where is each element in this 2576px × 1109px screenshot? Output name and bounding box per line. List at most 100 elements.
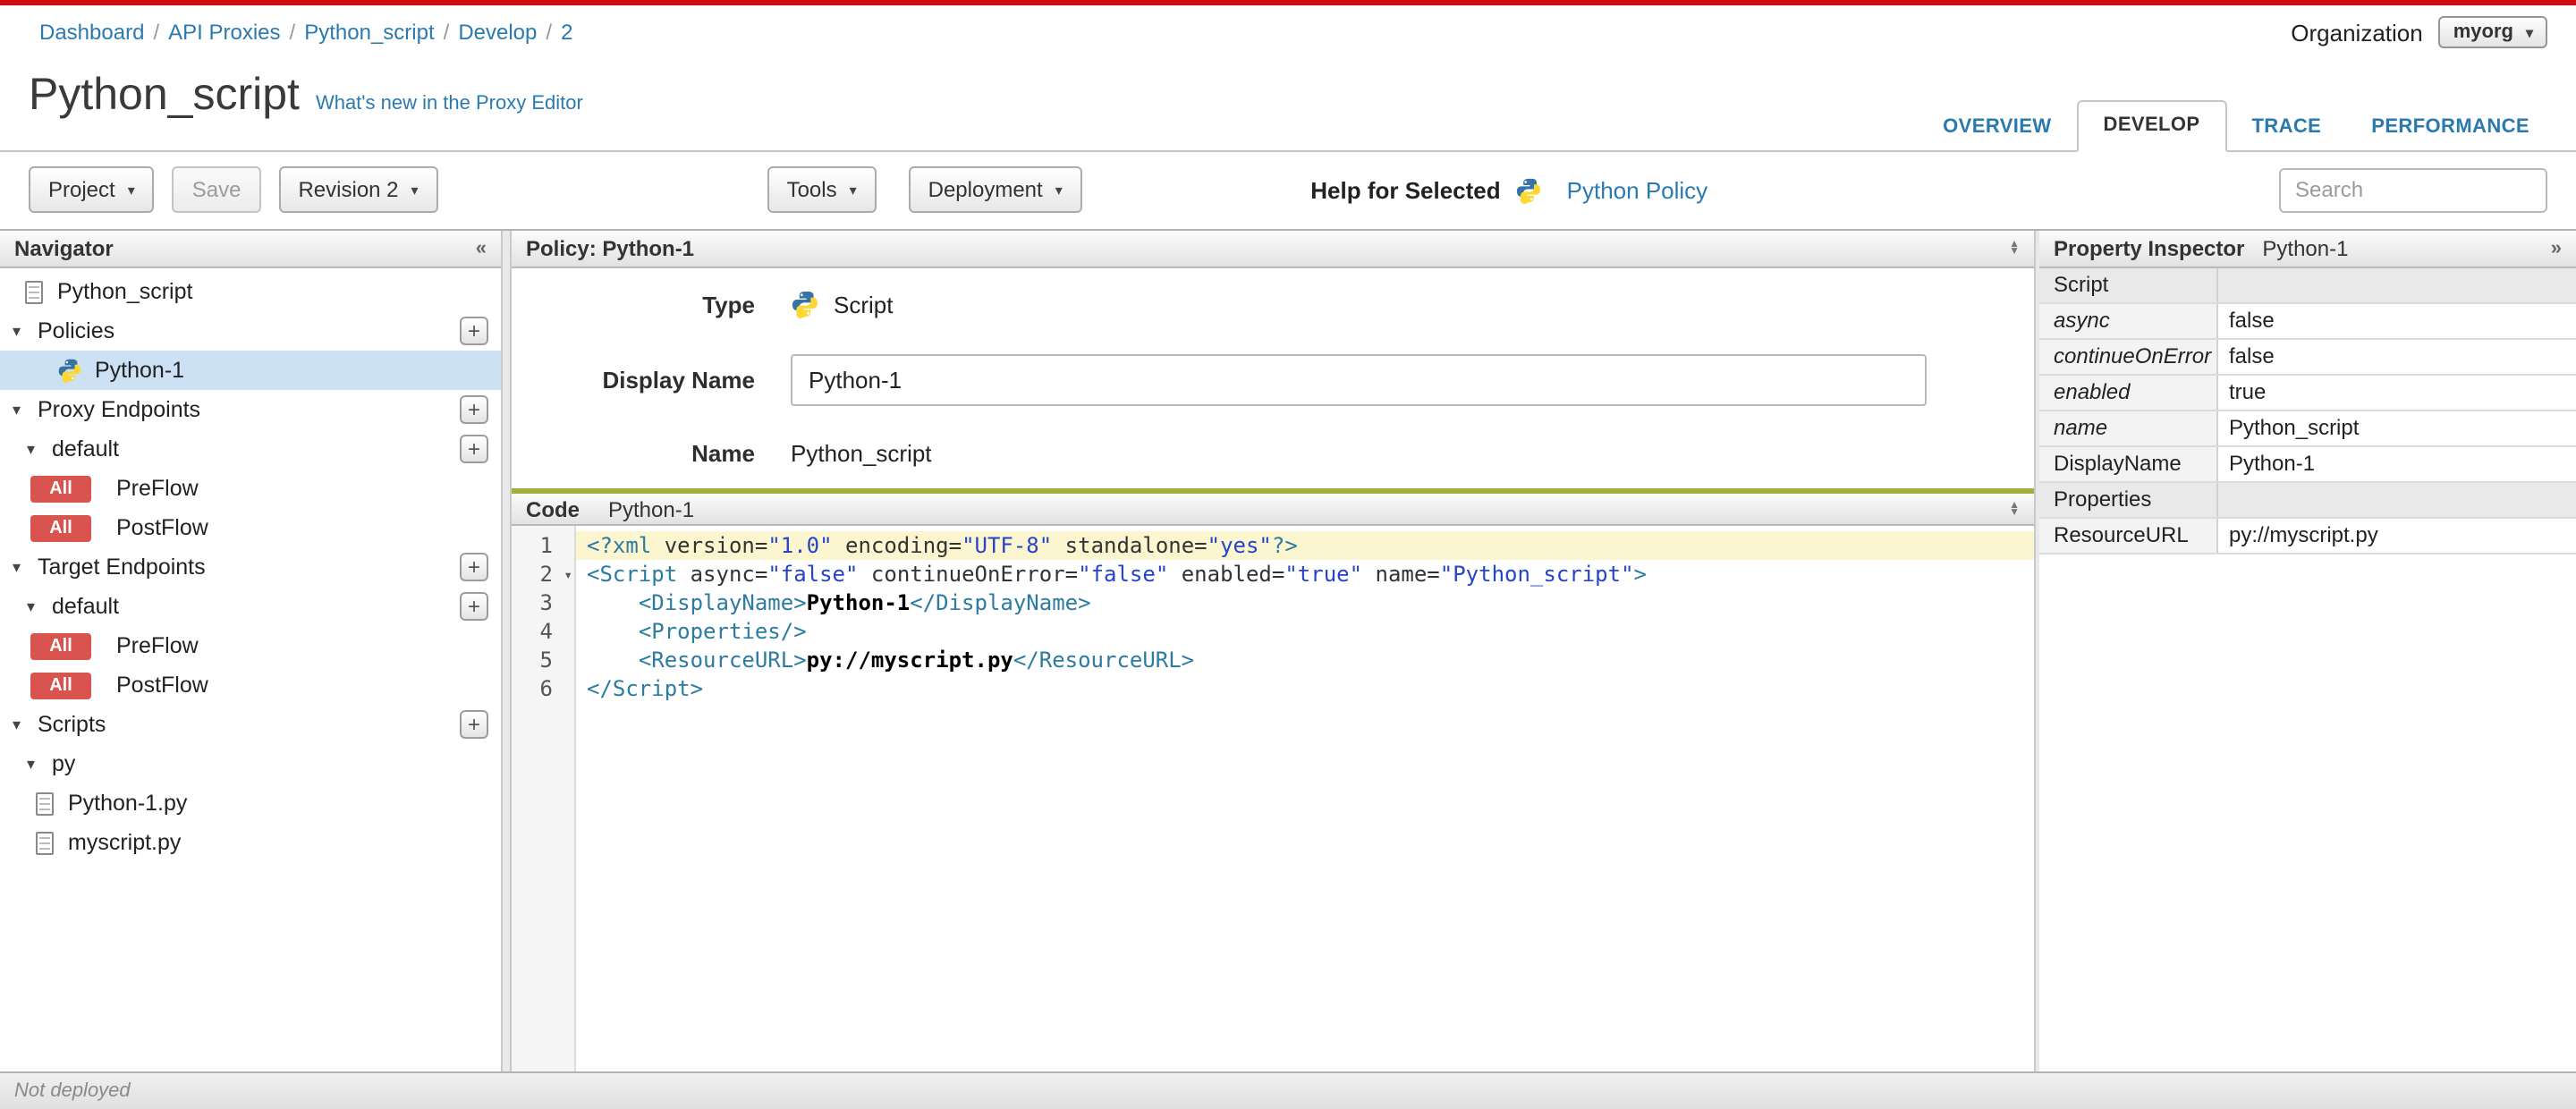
nav-item-target-postflow[interactable]: All PostFlow <box>0 665 501 705</box>
line-number: 4 <box>539 619 553 644</box>
nav-item-script-python-1-py[interactable]: Python-1.py <box>0 783 501 823</box>
tab-develop[interactable]: DEVELOP <box>2076 100 2227 152</box>
main-area: Navigator « Python_script ▾ Policies + P… <box>0 229 2576 1071</box>
code-line[interactable]: <?xml version="1.0" encoding="UTF-8" sta… <box>576 531 2034 560</box>
nav-item-target-default[interactable]: ▾ default + <box>0 587 501 626</box>
property-value <box>2218 483 2576 517</box>
python-icon <box>1515 177 1540 204</box>
property-name: Properties <box>2039 483 2218 517</box>
nav-group-target-endpoints[interactable]: ▾ Target Endpoints + <box>0 547 501 587</box>
disclosure-triangle-icon[interactable]: ▾ <box>27 597 52 616</box>
nav-group-label: Scripts <box>38 712 106 737</box>
page-title: Python_script <box>29 70 300 120</box>
code-lines[interactable]: <?xml version="1.0" encoding="UTF-8" sta… <box>576 526 2034 1071</box>
display-name-input[interactable] <box>791 354 1927 406</box>
expand-panel-icon[interactable]: » <box>2551 238 2562 259</box>
breadcrumb-proxy-name[interactable]: Python_script <box>304 20 434 45</box>
breadcrumb-revision[interactable]: 2 <box>561 20 572 45</box>
breadcrumb-separator: / <box>443 20 450 45</box>
nav-item-proxy-postflow[interactable]: All PostFlow <box>0 508 501 547</box>
disclosure-triangle-icon[interactable]: ▾ <box>13 715 38 734</box>
nav-item-policy-python-1[interactable]: Python-1 <box>0 351 501 390</box>
editor-panel: Policy: Python-1 ▲ ▼ Type Script Display … <box>512 231 2034 1071</box>
nav-group-scripts[interactable]: ▾ Scripts + <box>0 705 501 744</box>
whats-new-link[interactable]: What's new in the Proxy Editor <box>316 93 583 114</box>
tools-menu-button[interactable]: Tools ▾ <box>767 166 877 213</box>
expand-collapse-icon[interactable]: ▲ ▼ <box>2009 500 2020 518</box>
nav-group-py[interactable]: ▾ py <box>0 744 501 783</box>
revision-menu-label: Revision 2 <box>298 177 399 202</box>
tab-performance[interactable]: PERFORMANCE <box>2346 104 2555 152</box>
disclosure-triangle-icon[interactable]: ▾ <box>13 400 38 419</box>
property-inspector-panel: Property Inspector Python-1 » Script asyn… <box>2039 231 2576 1071</box>
add-target-endpoint-button[interactable]: + <box>460 553 488 581</box>
code-line[interactable]: </Script> <box>576 674 2034 703</box>
nav-item-proxy-preflow[interactable]: All PreFlow <box>0 469 501 508</box>
tab-trace[interactable]: TRACE <box>2226 104 2346 152</box>
property-name: Script <box>2039 268 2218 302</box>
revision-menu-button[interactable]: Revision 2 ▾ <box>278 166 438 213</box>
nav-item-label: default <box>52 436 120 461</box>
type-label: Type <box>702 291 755 317</box>
fold-marker-icon[interactable]: ▾ <box>564 562 572 590</box>
organization-select[interactable]: myorg ▾ <box>2438 16 2547 48</box>
code-line[interactable]: <DisplayName>Python-1</DisplayName> <box>576 588 2034 617</box>
code-line[interactable]: <Script async="false" continueOnError="f… <box>576 560 2034 588</box>
deployment-menu-button[interactable]: Deployment ▾ <box>908 166 1082 213</box>
breadcrumb-develop[interactable]: Develop <box>458 20 537 45</box>
disclosure-triangle-icon[interactable]: ▾ <box>27 439 52 459</box>
nav-group-policies[interactable]: ▾ Policies + <box>0 311 501 351</box>
nav-item-target-preflow[interactable]: All PreFlow <box>0 626 501 665</box>
project-menu-button[interactable]: Project ▾ <box>29 166 155 213</box>
add-proxy-endpoint-button[interactable]: + <box>460 395 488 424</box>
nav-group-label: Policies <box>38 318 115 343</box>
tab-overview[interactable]: OVERVIEW <box>1918 104 2076 152</box>
title-bar: Python_script What's new in the Proxy Ed… <box>0 59 2576 152</box>
breadcrumb-separator: / <box>153 20 160 45</box>
add-script-button[interactable]: + <box>460 710 488 739</box>
property-row[interactable]: name Python_script <box>2039 411 2576 447</box>
nav-item-proxy-default[interactable]: ▾ default + <box>0 429 501 469</box>
type-value: Script <box>834 291 894 317</box>
disclosure-triangle-icon[interactable]: ▾ <box>27 754 52 774</box>
property-row[interactable]: ResourceURL py://myscript.py <box>2039 519 2576 554</box>
nav-item-script-myscript-py[interactable]: myscript.py <box>0 823 501 862</box>
navigator-splitter[interactable] <box>501 231 512 1071</box>
add-target-flow-button[interactable]: + <box>460 592 488 621</box>
save-button[interactable]: Save <box>172 166 261 213</box>
organization-label: Organization <box>2291 19 2423 46</box>
search-input[interactable] <box>2279 167 2547 212</box>
nav-group-proxy-endpoints[interactable]: ▾ Proxy Endpoints + <box>0 390 501 429</box>
code-line[interactable]: <ResourceURL>py://myscript.py</ResourceU… <box>576 646 2034 674</box>
add-proxy-flow-button[interactable]: + <box>460 435 488 463</box>
code-header: Code Python-1 ▲ ▼ <box>512 488 2034 526</box>
nav-group-label: Proxy Endpoints <box>38 397 201 422</box>
disclosure-triangle-icon[interactable]: ▾ <box>13 557 38 577</box>
code-line[interactable]: <Properties/> <box>576 617 2034 646</box>
property-row[interactable]: DisplayName Python-1 <box>2039 447 2576 483</box>
property-row[interactable]: enabled true <box>2039 376 2576 411</box>
add-policy-button[interactable]: + <box>460 317 488 345</box>
breadcrumb-dashboard[interactable]: Dashboard <box>39 20 144 45</box>
line-number: 3 <box>539 590 553 615</box>
proxy-editor-app: Dashboard / API Proxies / Python_script … <box>0 0 2576 1109</box>
nav-item-label: PostFlow <box>116 673 208 698</box>
navigator-title: Navigator <box>14 236 114 261</box>
expand-collapse-icon[interactable]: ▲ ▼ <box>2009 240 2020 258</box>
chevron-down-icon: ▾ <box>411 182 419 198</box>
breadcrumb-api-proxies[interactable]: API Proxies <box>168 20 280 45</box>
collapse-panel-icon[interactable]: « <box>476 238 487 259</box>
save-button-label: Save <box>191 177 242 202</box>
navigator-panel: Navigator « Python_script ▾ Policies + P… <box>0 231 501 1071</box>
all-condition-badge: All <box>30 632 91 659</box>
property-row[interactable]: Properties <box>2039 483 2576 519</box>
disclosure-triangle-icon[interactable]: ▾ <box>13 321 38 341</box>
property-row[interactable]: Script <box>2039 268 2576 304</box>
property-row[interactable]: async false <box>2039 304 2576 340</box>
display-name-label: Display Name <box>602 367 755 394</box>
name-value: Python_script <box>791 439 932 466</box>
property-value: py://myscript.py <box>2229 522 2378 547</box>
nav-item-proxy-root[interactable]: Python_script <box>0 272 501 311</box>
python-policy-help-link[interactable]: Python Policy <box>1567 176 1708 203</box>
property-row[interactable]: continueOnError false <box>2039 340 2576 376</box>
